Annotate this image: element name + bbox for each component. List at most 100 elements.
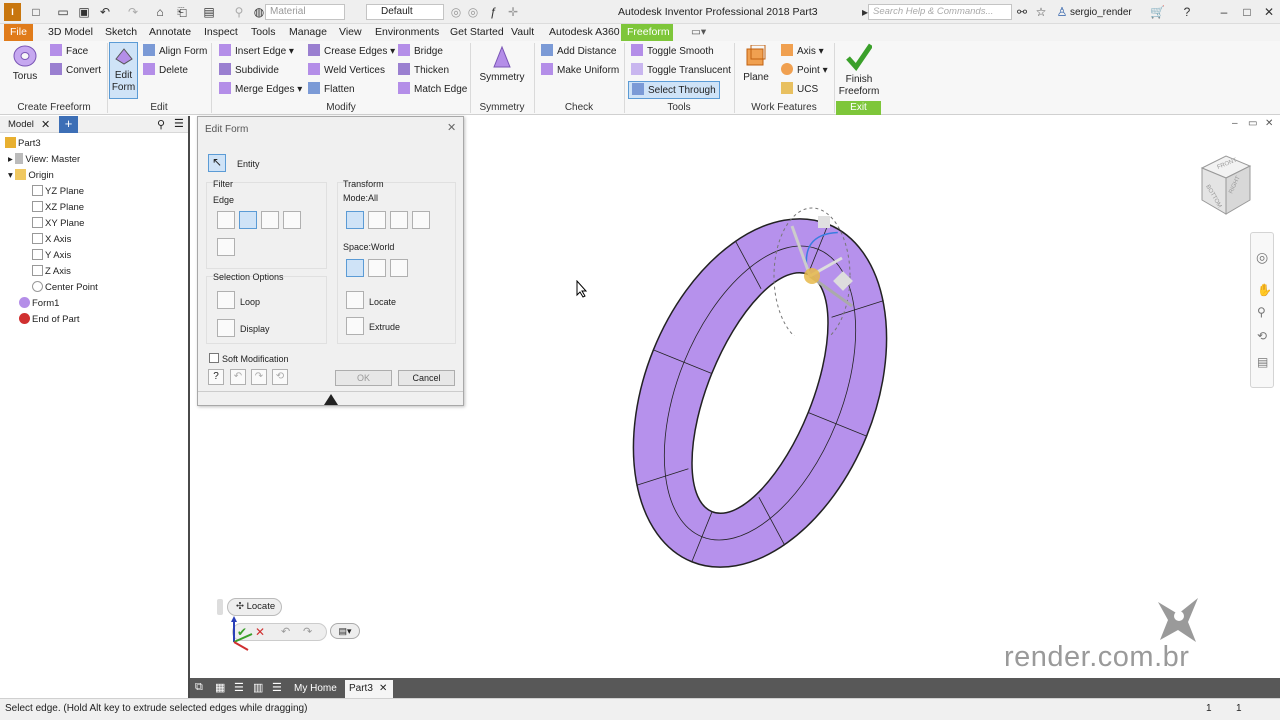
dialog-close-icon[interactable]: ✕ bbox=[447, 121, 456, 134]
help-icon[interactable]: ? bbox=[1180, 5, 1194, 19]
space-view-button[interactable] bbox=[368, 259, 386, 277]
steering-wheel-icon[interactable]: ◎ bbox=[1256, 249, 1268, 266]
dialog-expander[interactable] bbox=[198, 391, 463, 405]
appearance-override-icon[interactable]: ◎ bbox=[449, 5, 463, 19]
cart-icon[interactable]: 🛒 bbox=[1150, 5, 1165, 19]
vertical-tile-icon[interactable]: ▥ bbox=[253, 681, 263, 694]
viewport-restore-icon[interactable]: ▭ bbox=[1248, 118, 1257, 129]
select-through-button[interactable]: Select Through bbox=[628, 81, 720, 99]
arrange-icon[interactable]: ▦ bbox=[215, 681, 225, 694]
return-icon[interactable]: ⎗ bbox=[175, 5, 189, 19]
tab-environments[interactable]: Environments bbox=[369, 24, 445, 41]
favorites-icon[interactable]: ☆ bbox=[1034, 5, 1048, 19]
mini-toolbar-grip[interactable] bbox=[217, 599, 223, 615]
tree-item-origin[interactable]: ▾ Origin bbox=[8, 169, 54, 183]
locate-button[interactable] bbox=[346, 291, 364, 309]
viewport-minimize-icon[interactable]: – bbox=[1232, 118, 1238, 129]
maximize-icon[interactable]: □ bbox=[1240, 5, 1254, 19]
binoculars-icon[interactable]: ⚯ bbox=[1015, 5, 1029, 19]
tree-item-xz-plane[interactable]: XZ Plane bbox=[32, 201, 84, 215]
tab-manage[interactable]: Manage bbox=[283, 24, 333, 41]
tab-close-icon[interactable]: ✕ bbox=[379, 680, 387, 698]
mode-all-button[interactable] bbox=[346, 211, 364, 229]
entity-select-button[interactable]: ↖ bbox=[208, 154, 226, 172]
tree-item-form1[interactable]: Form1 bbox=[19, 297, 59, 311]
insert-edge-button[interactable]: Insert Edge ▾ bbox=[219, 43, 294, 60]
edit-form-button[interactable]: Edit Form bbox=[109, 42, 138, 99]
transform-manipulator[interactable] bbox=[752, 196, 882, 336]
redo-icon[interactable]: ↷ bbox=[126, 5, 140, 19]
tab-file[interactable]: File bbox=[4, 24, 33, 41]
tree-item-x-axis[interactable]: X Axis bbox=[32, 233, 71, 247]
tree-item-view[interactable]: ▸ View: Master bbox=[8, 153, 80, 167]
mode-rotate-button[interactable] bbox=[390, 211, 408, 229]
mode-translate-button[interactable] bbox=[368, 211, 386, 229]
filter-edge-button[interactable] bbox=[239, 211, 257, 229]
filter-body-button[interactable] bbox=[283, 211, 301, 229]
crease-edges-button[interactable]: Crease Edges ▾ bbox=[308, 43, 395, 60]
add-icon[interactable]: ✛ bbox=[506, 5, 520, 19]
filter-vertex-button[interactable] bbox=[217, 211, 235, 229]
toggle-smooth-button[interactable]: Toggle Smooth bbox=[631, 43, 714, 60]
match-edge-button[interactable]: Match Edge bbox=[398, 81, 467, 98]
viewcube[interactable]: FRONT BOTTOM RIGHT bbox=[1196, 154, 1256, 218]
cancel-button[interactable]: Cancel bbox=[398, 370, 455, 386]
home-icon[interactable]: ⌂ bbox=[153, 5, 167, 19]
new-icon[interactable]: □ bbox=[29, 5, 43, 19]
look-at-icon[interactable]: ▤ bbox=[1257, 355, 1268, 369]
finish-freeform-button[interactable]: Finish Freeform bbox=[836, 43, 882, 98]
filter-all-button[interactable] bbox=[217, 238, 235, 256]
orbit-icon[interactable]: ⟲ bbox=[1257, 329, 1267, 343]
zoom-icon[interactable]: ⚲ bbox=[1257, 305, 1266, 319]
ucs-button[interactable]: UCS bbox=[781, 81, 818, 98]
subdivide-button[interactable]: Subdivide bbox=[219, 62, 279, 79]
weld-vertices-button[interactable]: Weld Vertices bbox=[308, 62, 385, 79]
pan-icon[interactable]: ✋ bbox=[1257, 283, 1272, 297]
display-button[interactable] bbox=[217, 319, 235, 337]
tab-overflow-icon[interactable]: ▭▾ bbox=[685, 24, 712, 41]
tree-item-y-axis[interactable]: Y Axis bbox=[32, 249, 71, 263]
menu-icon[interactable]: ☰ bbox=[174, 117, 184, 130]
horizontal-tile-icon[interactable]: ☰ bbox=[234, 681, 244, 694]
delete-button[interactable]: Delete bbox=[143, 62, 188, 79]
tab-my-home[interactable]: My Home bbox=[290, 680, 341, 698]
tree-item-center-point[interactable]: Center Point bbox=[32, 281, 98, 295]
torus-button[interactable]: Torus bbox=[5, 44, 45, 83]
plane-button[interactable]: Plane bbox=[740, 44, 772, 84]
user-name[interactable]: sergio_render bbox=[1070, 7, 1132, 18]
filter-face-button[interactable] bbox=[261, 211, 279, 229]
mini-toolbar-locate-button[interactable]: ✣ Locate bbox=[227, 598, 282, 616]
inventor-logo[interactable]: I PRO bbox=[4, 3, 24, 35]
select-icon[interactable]: ⚲ bbox=[232, 5, 246, 19]
search-icon[interactable]: ⚲ bbox=[157, 118, 165, 131]
minimize-icon[interactable]: – bbox=[1217, 5, 1231, 19]
loop-button[interactable] bbox=[217, 291, 235, 309]
help-icon[interactable]: ? bbox=[208, 369, 224, 385]
space-world-button[interactable] bbox=[346, 259, 364, 277]
cancel-icon[interactable]: ✕ bbox=[255, 625, 265, 639]
tab-tools[interactable]: Tools bbox=[245, 24, 282, 41]
tab-autodesk-a360[interactable]: Autodesk A360 bbox=[543, 24, 626, 41]
tab-vault[interactable]: Vault bbox=[505, 24, 540, 41]
tab-get-started[interactable]: Get Started bbox=[444, 24, 510, 41]
document-list-icon[interactable]: ☰ bbox=[272, 681, 282, 694]
user-icon[interactable]: ♙ bbox=[1055, 5, 1069, 19]
align-form-button[interactable]: Align Form bbox=[143, 43, 207, 60]
undo-icon[interactable]: ↶ bbox=[281, 625, 290, 638]
bridge-button[interactable]: Bridge bbox=[398, 43, 443, 60]
tree-item-part[interactable]: Part3 bbox=[5, 137, 41, 151]
redo-icon[interactable]: ↷ bbox=[303, 625, 312, 638]
clear-icon[interactable]: ◎ bbox=[466, 5, 480, 19]
open-icon[interactable]: ▭ bbox=[56, 5, 70, 19]
flatten-button[interactable]: Flatten bbox=[308, 81, 355, 98]
tab-part3[interactable]: Part3 ✕ bbox=[345, 680, 393, 698]
face-button[interactable]: Face bbox=[50, 43, 88, 60]
tab-sketch[interactable]: Sketch bbox=[99, 24, 143, 41]
add-distance-button[interactable]: Add Distance bbox=[541, 43, 616, 60]
tile-icon[interactable]: ⧉ bbox=[195, 681, 203, 694]
mode-scale-button[interactable] bbox=[412, 211, 430, 229]
mini-toolbar-options-icon[interactable]: ▤▾ bbox=[330, 623, 360, 639]
tree-item-yz-plane[interactable]: YZ Plane bbox=[32, 185, 84, 199]
space-local-button[interactable] bbox=[390, 259, 408, 277]
close-icon[interactable]: ✕ bbox=[1262, 5, 1276, 19]
